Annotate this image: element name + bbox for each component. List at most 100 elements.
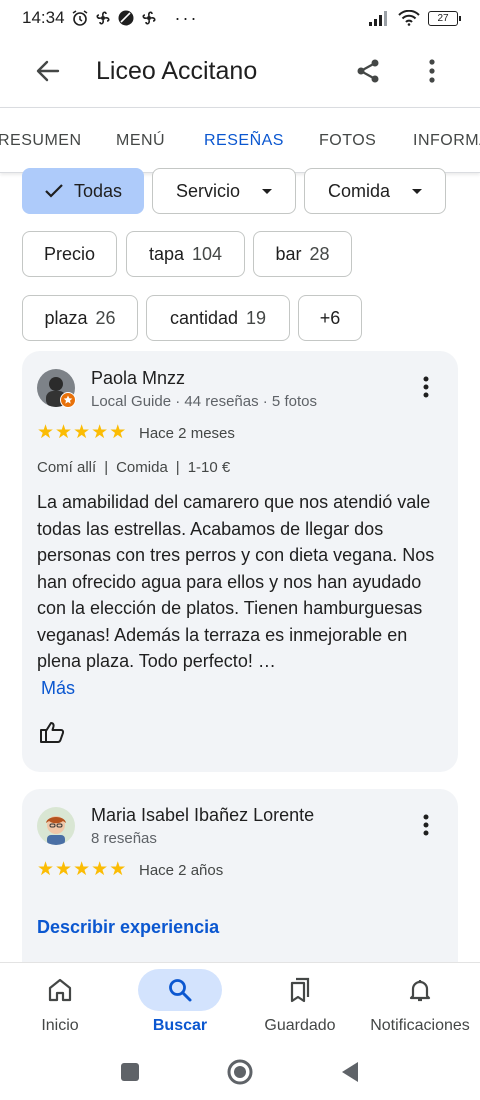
- more-vert-icon: [423, 814, 429, 836]
- chip-todas-label: Todas: [73, 180, 123, 201]
- chip-servicio[interactable]: Servicio: [152, 168, 296, 214]
- rating-stars: ★ ★ ★ ★ ★: [37, 423, 126, 442]
- chip-todas[interactable]: Todas: [22, 168, 144, 214]
- tab-bar: RESUMEN MENÚ RESEÑAS FOTOS INFORMA: [0, 107, 480, 173]
- nav-inicio-icon-wrap: [18, 969, 102, 1011]
- review-date: Hace 2 años: [139, 862, 224, 879]
- tab-resenas[interactable]: RESEÑAS: [204, 108, 284, 172]
- more-options-button[interactable]: [408, 47, 456, 95]
- thumb-up-icon: [40, 722, 65, 743]
- moon-app-icon: [118, 10, 134, 26]
- battery-icon: 27: [428, 10, 461, 26]
- more-vert-icon: [423, 376, 429, 398]
- tab-informacion[interactable]: INFORMA: [413, 108, 480, 172]
- like-button[interactable]: [35, 715, 69, 749]
- star-icon: ★: [91, 422, 109, 443]
- chip-bar[interactable]: bar 28: [253, 231, 352, 277]
- nav-guardado-icon-wrap: [258, 969, 342, 1011]
- signal-icon: [369, 11, 387, 26]
- nav-inicio-label: Inicio: [41, 1017, 79, 1034]
- chip-more-filters[interactable]: +6: [298, 295, 362, 341]
- tab-resumen[interactable]: RESUMEN: [0, 108, 82, 172]
- star-icon: ★: [73, 859, 91, 880]
- avatar[interactable]: [37, 807, 75, 845]
- star-icon: ★: [91, 859, 109, 880]
- chip-cantidad[interactable]: cantidad 19: [146, 295, 290, 341]
- review-author-meta: 8 reseñas: [91, 830, 157, 847]
- chip-tapa[interactable]: tapa 104: [126, 231, 245, 277]
- tab-menu[interactable]: MENÚ: [116, 108, 165, 172]
- nav-guardado[interactable]: Guardado: [240, 963, 360, 1045]
- star-icon: ★: [73, 422, 91, 443]
- star-icon: ★: [37, 859, 55, 880]
- review-card: Maria Isabel Ibañez Lorente 8 reseñas ★ …: [22, 789, 458, 989]
- rating-stars: ★ ★ ★ ★ ★: [37, 860, 126, 879]
- star-icon: ★: [37, 422, 55, 443]
- title-bar: Liceo Accitano: [0, 36, 480, 106]
- attr-price: 1-10 €: [187, 459, 231, 476]
- review-card: Paola Mnzz Local Guide · 44 reseñas · 5 …: [22, 351, 458, 772]
- review-author-name[interactable]: Paola Mnzz: [91, 368, 185, 389]
- system-back-button[interactable]: [332, 1054, 368, 1090]
- attr-separator: |: [104, 459, 109, 476]
- share-button[interactable]: [344, 47, 392, 95]
- chip-precio[interactable]: Precio: [22, 231, 117, 277]
- chip-tapa-count: 104: [192, 243, 223, 264]
- chip-plaza[interactable]: plaza 26: [22, 295, 138, 341]
- nav-buscar-icon-wrap: [138, 969, 222, 1011]
- nav-buscar[interactable]: Buscar: [120, 963, 240, 1045]
- chip-tapa-label: tapa: [148, 243, 184, 264]
- check-icon: [45, 184, 63, 198]
- review-more-link[interactable]: Más: [41, 678, 75, 699]
- local-guide-badge-icon: [60, 392, 76, 408]
- fan-icon: [96, 11, 110, 25]
- chip-comida-label: Comida: [327, 180, 391, 201]
- chip-servicio-label: Servicio: [175, 180, 241, 201]
- status-bar: 14:34 ··· 27: [0, 0, 480, 36]
- describe-experience-link[interactable]: Describir experiencia: [37, 917, 219, 938]
- star-icon: ★: [109, 859, 127, 880]
- avatar-photo: [37, 807, 75, 845]
- recents-button[interactable]: [112, 1054, 148, 1090]
- review-attributes: Comí allí | Comida | 1-10 €: [37, 459, 230, 476]
- circle-home-icon: [227, 1059, 253, 1085]
- attr-visit-type: Comí allí: [37, 459, 97, 476]
- chevron-down-icon: [412, 188, 423, 194]
- chip-plaza-label: plaza: [44, 307, 88, 328]
- star-icon: ★: [55, 859, 73, 880]
- nav-notificaciones[interactable]: Notificaciones: [360, 963, 480, 1045]
- chip-bar-label: bar: [275, 243, 302, 264]
- nav-notificaciones-label: Notificaciones: [370, 1017, 470, 1034]
- review-author-name[interactable]: Maria Isabel Ibañez Lorente: [91, 805, 314, 826]
- fan-icon-2: [142, 11, 156, 25]
- nav-inicio[interactable]: Inicio: [0, 963, 120, 1045]
- review-more-button[interactable]: [410, 367, 442, 407]
- alarm-icon: [72, 10, 87, 26]
- back-button[interactable]: [24, 47, 72, 95]
- review-date: Hace 2 meses: [139, 425, 235, 442]
- tab-fotos[interactable]: FOTOS: [319, 108, 376, 172]
- chip-cantidad-count: 19: [246, 307, 267, 328]
- triangle-back-icon: [342, 1062, 358, 1082]
- review-more-button[interactable]: [410, 805, 442, 845]
- chip-bar-count: 28: [309, 243, 330, 264]
- nav-guardado-label: Guardado: [264, 1017, 336, 1034]
- home-button[interactable]: [222, 1054, 258, 1090]
- nav-notificaciones-icon-wrap: [378, 969, 462, 1011]
- chip-precio-label: Precio: [43, 243, 96, 264]
- status-overflow: ···: [174, 7, 199, 28]
- system-nav-bar: [0, 1044, 480, 1100]
- chevron-down-icon: [262, 188, 273, 194]
- battery-level: 27: [437, 12, 449, 24]
- chip-plaza-count: 26: [95, 307, 116, 328]
- arrow-back-icon: [36, 60, 60, 82]
- wifi-icon: [398, 10, 420, 26]
- square-icon: [121, 1063, 139, 1081]
- bell-icon: [409, 980, 431, 1002]
- bottom-navigation: Inicio Buscar Guardado Notificaciones: [0, 962, 480, 1044]
- home-icon: [48, 978, 72, 1002]
- attr-separator: |: [175, 459, 180, 476]
- bookmarks-icon: [290, 977, 310, 1003]
- chip-comida[interactable]: Comida: [304, 168, 446, 214]
- star-icon: ★: [109, 422, 127, 443]
